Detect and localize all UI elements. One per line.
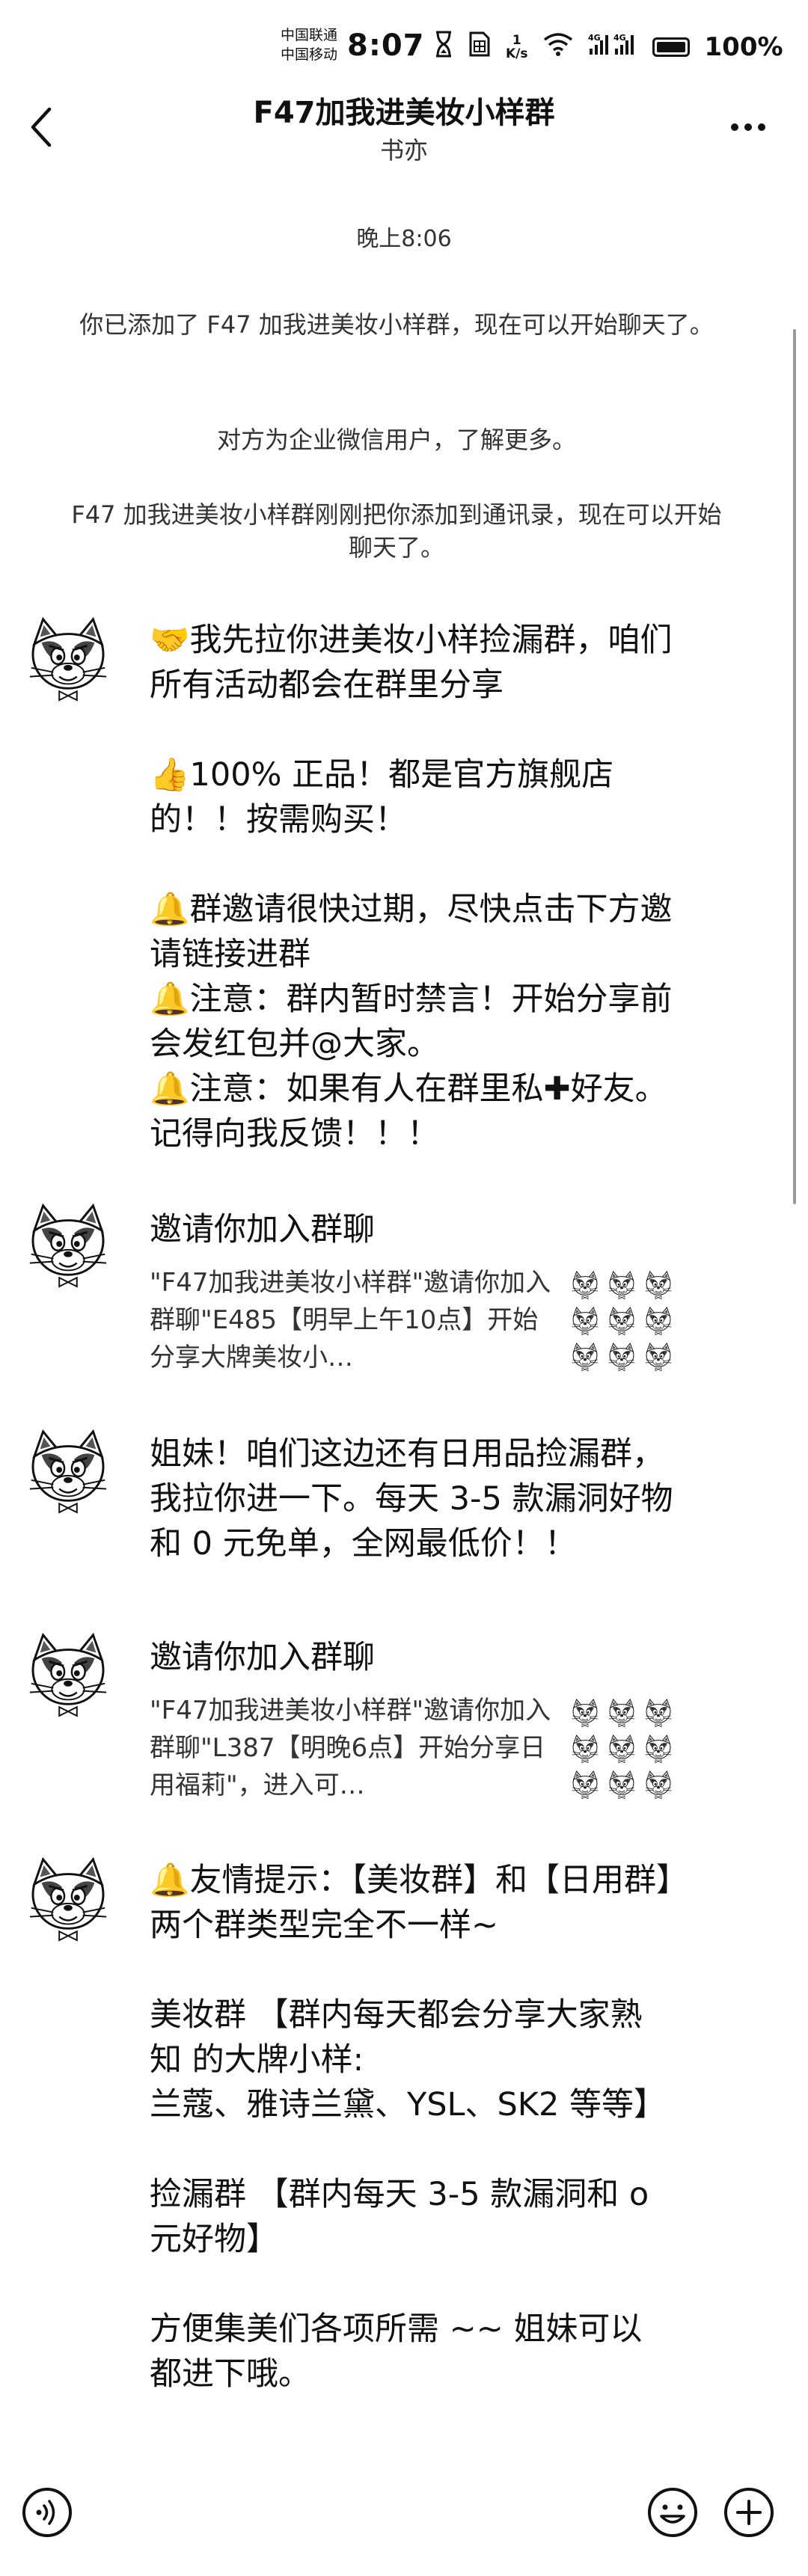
net-speed-unit: K/s xyxy=(506,46,528,61)
chat-header: F47加我进美妆小样群 书亦 xyxy=(0,82,808,172)
chat-message-text[interactable]: 🤝我先拉你进美妆小样捡漏群，咱们所有活动都会在群里分享 👍100% 正品！都是官… xyxy=(150,618,673,1156)
network-type-1: 4G xyxy=(588,33,601,43)
wifi-icon xyxy=(543,32,573,62)
avatar[interactable] xyxy=(24,615,112,703)
chat-message-text[interactable]: 🔔友情提示：【美妆群】和【日用群】两个群类型完全不一样~ 美妆群 【群内每天都会… xyxy=(150,1858,673,2396)
status-icons: 1 K/s 4G 4G 100% xyxy=(434,28,783,66)
card-description: "F47加我进美妆小样群"邀请你加入群聊"L387【明晚6点】开始分享日用福莉"… xyxy=(150,1696,551,1800)
card-title: 邀请你加入群聊 xyxy=(150,1211,375,1248)
carrier-labels: 中国联通 中国移动 xyxy=(281,25,337,64)
avatar[interactable] xyxy=(24,1201,112,1289)
member-avatar xyxy=(643,1698,673,1728)
member-avatar xyxy=(643,1270,673,1300)
status-time: 8:07 xyxy=(347,28,425,63)
member-avatar xyxy=(607,1734,637,1764)
chat-message-text[interactable]: 姐妹！咱们这边还有日用品捡漏群，我拉你进一下。每天 3-5 款漏洞好物和 0 元… xyxy=(150,1432,673,1566)
group-invite-card[interactable]: 邀请你加入群聊 "F47加我进美妆小样群"邀请你加入群聊"E485【明早上午10… xyxy=(150,1207,673,1379)
group-avatar-grid xyxy=(570,1270,673,1373)
member-avatar xyxy=(607,1270,637,1300)
emoji-icon[interactable] xyxy=(646,2486,699,2539)
member-avatar xyxy=(607,1698,637,1728)
signal-icon: 4G 4G xyxy=(588,32,637,62)
system-message-enterprise[interactable]: 对方为企业微信用户，了解更多。 xyxy=(60,423,733,456)
member-avatar xyxy=(643,1734,673,1764)
status-bar: 中国联通 中国移动 8:07 1 K/s 4G 4G 100% xyxy=(0,0,808,82)
group-invite-card[interactable]: 邀请你加入群聊 "F47加我进美妆小样群"邀请你加入群聊"L387【明晚6点】开… xyxy=(150,1635,673,1807)
avatar[interactable] xyxy=(24,1631,112,1719)
member-avatar xyxy=(570,1770,600,1800)
member-avatar xyxy=(607,1770,637,1800)
chat-title: F47加我进美妆小样群 xyxy=(253,96,555,130)
more-dots-icon[interactable] xyxy=(718,105,778,150)
plus-icon[interactable] xyxy=(723,2486,775,2539)
member-avatar xyxy=(607,1342,637,1372)
card-description: "F47加我进美妆小样群"邀请你加入群聊"E485【明早上午10点】开始分享大牌… xyxy=(150,1268,551,1373)
hourglass-icon xyxy=(434,31,453,64)
scroll-indicator[interactable] xyxy=(793,329,796,1204)
member-avatar xyxy=(643,1342,673,1372)
sim-icon xyxy=(468,31,491,64)
group-avatar-grid xyxy=(570,1698,673,1801)
member-avatar xyxy=(570,1734,600,1764)
battery-level: 100% xyxy=(704,32,783,62)
member-avatar xyxy=(607,1306,637,1336)
system-message-contact-added: F47 加我进美妆小样群刚刚把你添加到通讯录，现在可以开始聊天了。 xyxy=(71,500,722,562)
network-type-2: 4G xyxy=(613,33,626,43)
carrier-1: 中国联通 xyxy=(281,27,338,43)
net-speed-value: 1 xyxy=(512,33,521,48)
card-title: 邀请你加入群聊 xyxy=(150,1639,375,1676)
battery-icon xyxy=(652,37,690,57)
avatar[interactable] xyxy=(24,1855,112,1943)
member-avatar xyxy=(570,1306,600,1336)
avatar[interactable] xyxy=(24,1427,112,1515)
message-timestamp: 晚上8:06 xyxy=(356,226,452,252)
net-speed: 1 K/s xyxy=(506,34,528,61)
system-message-added: 你已添加了 F47 加我进美妆小样群，现在可以开始聊天了。 xyxy=(79,310,714,339)
member-avatar xyxy=(570,1342,600,1372)
member-avatar xyxy=(643,1306,673,1336)
carrier-2: 中国移动 xyxy=(281,46,338,63)
chat-subtitle: 书亦 xyxy=(379,136,428,165)
voice-icon[interactable] xyxy=(21,2486,73,2539)
member-avatar xyxy=(570,1698,600,1728)
chat-input-bar xyxy=(0,2461,808,2576)
member-avatar xyxy=(570,1270,600,1300)
member-avatar xyxy=(643,1770,673,1800)
